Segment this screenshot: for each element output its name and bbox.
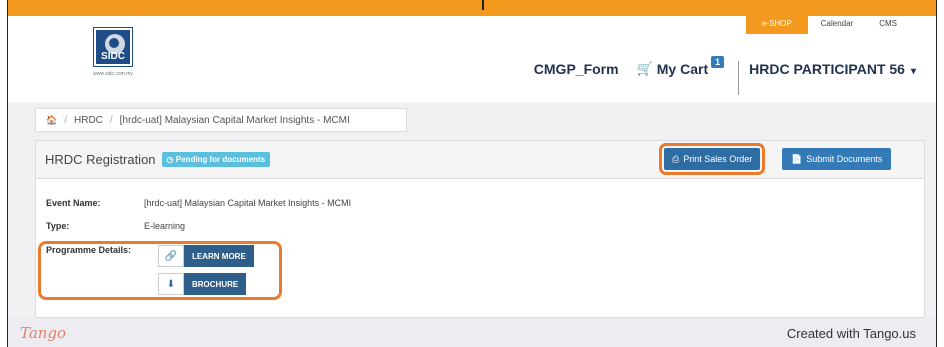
download-icon: ⬇ [158,273,184,295]
utility-nav: e-SHOP Calendar CMS [745,15,910,34]
event-name-row: Event Name: [hrdc-uat] Malaysian Capital… [46,198,351,208]
submit-documents-button[interactable]: 📄 Submit Documents [782,148,892,170]
file-icon: 📄 [791,153,803,164]
cart-label: My Cart [656,61,709,77]
tango-credit: Created with Tango.us [786,326,916,341]
app-window: SIDC www.sidc.com.my CMGP_Form 🛒 My Cart… [7,0,937,347]
nav-cms[interactable]: CMS [866,15,910,34]
breadcrumb-separator: / [109,114,113,126]
tango-logo: Tango [20,324,67,342]
event-name-value: [hrdc-uat] Malaysian Capital Market Insi… [144,198,352,208]
status-badge: ◷ Pending for documents [161,152,271,167]
breadcrumb-item-hrdc[interactable]: HRDC [74,115,103,126]
nav-divider [738,61,740,95]
nav-my-cart[interactable]: 🛒 My Cart 1 [636,56,725,77]
panel-title: HRDC Registration [45,152,156,167]
type-value: E-learning [144,221,186,231]
logo-emblem: SIDC [94,28,132,66]
type-row: Type: E-learning [46,221,185,231]
user-name: HRDC PARTICIPANT 56 [749,61,905,77]
shopping-cart-icon: 🛒 [636,61,653,76]
clock-icon: ◷ [166,155,174,164]
cursor-marker [482,0,484,10]
breadcrumb-separator: / [64,114,67,126]
print-sales-order-button[interactable]: ⎙ Print Sales Order [658,143,766,175]
event-name-label: Event Name: [46,198,101,208]
printer-icon: ⎙ [672,153,680,164]
brochure-button[interactable]: ⬇ BROCHURE [158,273,247,295]
logo-text: SIDC [101,51,125,62]
breadcrumb-item-current: [hrdc-uat] Malaysian Capital Market Insi… [119,114,350,126]
learn-more-button[interactable]: 🔗 LEARN MORE [158,245,254,267]
programme-details-label: Programme Details: [46,245,132,255]
type-label: Type: [46,221,70,231]
status-text: Pending for documents [175,155,266,164]
nav-eshop[interactable]: e-SHOP [745,15,808,34]
nav-cmgp-form[interactable]: CMGP_Form [534,61,619,77]
brochure-label: BROCHURE [184,273,247,295]
learn-more-label: LEARN MORE [184,245,254,267]
caret-down-icon: ▾ [910,66,916,77]
nav-calendar[interactable]: Calendar [808,15,866,34]
print-button-label: Print Sales Order [683,154,753,164]
submit-button-label: Submit Documents [806,154,883,164]
breadcrumb: 🏠 / HRDC / [hrdc-uat] Malaysian Capital … [35,108,407,132]
main-nav: CMGP_Form 🛒 My Cart 1 HRDC PARTICIPANT 5… [534,52,916,95]
panel-header: HRDC Registration ◷ Pending for document… [36,141,924,179]
home-icon[interactable]: 🏠 [46,115,57,126]
tango-footer: Tango Created with Tango.us [8,318,936,347]
cart-count-badge: 1 [711,56,725,68]
link-icon: 🔗 [158,245,184,267]
top-accent-bar [8,0,936,16]
user-menu[interactable]: HRDC PARTICIPANT 56 ▾ [749,61,916,77]
sidc-logo[interactable]: SIDC www.sidc.com.my [86,28,140,86]
logo-url: www.sidc.com.my [93,71,133,77]
registration-panel: HRDC Registration ◷ Pending for document… [35,140,925,318]
